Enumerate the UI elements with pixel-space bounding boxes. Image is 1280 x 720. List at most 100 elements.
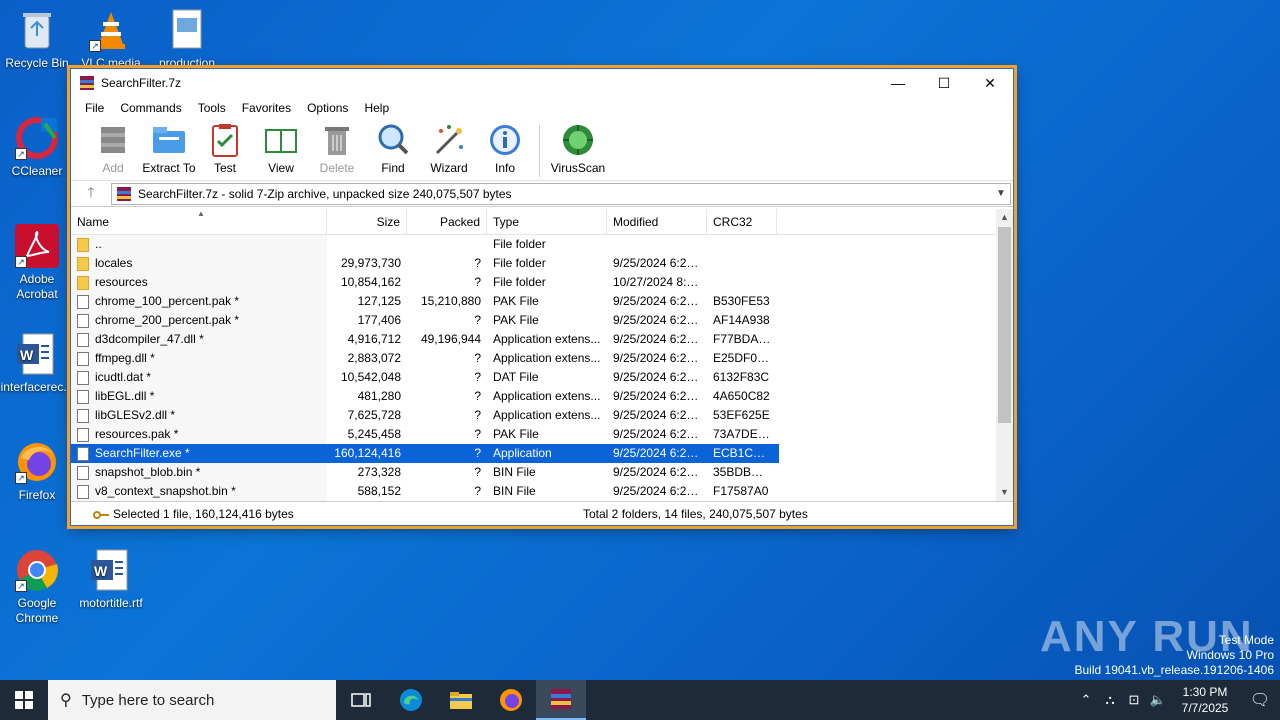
window-title: SearchFilter.7z: [101, 76, 182, 90]
desktop-icon-ccleaner[interactable]: ↗ CCleaner: [0, 116, 74, 179]
view-book-icon: [263, 123, 299, 157]
scroll-up-icon[interactable]: ▲: [996, 209, 1013, 226]
column-size[interactable]: Size: [327, 209, 407, 235]
word-document-icon: W: [89, 548, 133, 592]
desktop-icon-label: Firefox: [18, 488, 56, 502]
taskbar-clock[interactable]: 1:30 PM 7/7/2025: [1170, 684, 1240, 716]
cell-packed: ?: [474, 256, 481, 270]
cell-name-text: icudtl.dat *: [95, 370, 152, 384]
cell-type: PAK File: [493, 427, 539, 441]
file-icon: [77, 427, 89, 442]
window-titlebar[interactable]: SearchFilter.7z — ☐ ✕: [71, 69, 1013, 97]
table-row[interactable]: .. File folder: [71, 235, 997, 254]
menu-tools[interactable]: Tools: [190, 101, 234, 115]
table-row[interactable]: resources.pak * 5,245,458? PAK File 9/25/20…: [71, 425, 997, 444]
test-mode-watermark: Test Mode Windows 10 Pro Build 19041.vb_…: [1075, 633, 1275, 678]
table-row[interactable]: resources 10,854,162? File folder 10/27/202…: [71, 273, 997, 292]
cell-size: 10,542,048: [340, 370, 401, 384]
cell-type: File folder: [493, 275, 546, 289]
table-row[interactable]: chrome_100_percent.pak * 127,125 15,210,88…: [71, 292, 997, 311]
column-type[interactable]: Type: [487, 209, 607, 235]
cell-name-text: locales: [95, 256, 133, 270]
cell-type: BIN File: [493, 465, 536, 479]
table-row[interactable]: SearchFilter.exe * 160,124,416? Applicatio…: [71, 444, 779, 463]
path-combo[interactable]: SearchFilter.7z - solid 7-Zip archive, u…: [111, 182, 1011, 205]
column-packed[interactable]: Packed: [407, 209, 487, 235]
desktop-icon-vlc[interactable]: ↗ VLC media: [74, 8, 148, 71]
table-row[interactable]: ffmpeg.dll * 2,883,072? Application extens…: [71, 349, 997, 368]
table-row[interactable]: libGLESv2.dll * 7,625,728? Application ext…: [71, 406, 997, 425]
chevron-up-icon[interactable]: ⌃: [1074, 692, 1098, 708]
desktop-icon-motortitle[interactable]: W motortitle.rtf: [74, 548, 148, 611]
vertical-scrollbar[interactable]: ▲ ▼: [996, 209, 1013, 501]
volume-icon[interactable]: 🔈: [1146, 692, 1170, 708]
test-button[interactable]: Test: [197, 119, 253, 175]
cell-packed: 49,196,944: [420, 332, 481, 346]
cell-name-text: SearchFilter.exe *: [95, 446, 190, 460]
info-icon: [487, 123, 523, 157]
scroll-thumb[interactable]: [998, 227, 1011, 423]
wizard-button[interactable]: Wizard: [421, 119, 477, 175]
task-view-button[interactable]: [336, 680, 386, 720]
column-crc32[interactable]: CRC32: [707, 209, 777, 235]
network-icon[interactable]: ⊡: [1122, 692, 1146, 708]
extract-to-button[interactable]: Extract To: [141, 119, 197, 175]
view-button[interactable]: View: [253, 119, 309, 175]
taskbar-search-box[interactable]: ⚲ Type here to search: [48, 680, 336, 720]
desktop-icon-interfacerec[interactable]: W interfacerec...: [0, 332, 74, 395]
desktop-icon-firefox[interactable]: ↗ Firefox: [0, 440, 74, 503]
cell-modified: 9/25/2024 6:26 ...: [613, 294, 707, 308]
table-row[interactable]: icudtl.dat * 10,542,048? DAT File 9/25/2024…: [71, 368, 997, 387]
cell-modified: 9/25/2024 6:26 ...: [613, 446, 707, 460]
menu-commands[interactable]: Commands: [112, 101, 189, 115]
add-button[interactable]: Add: [85, 119, 141, 175]
menu-favorites[interactable]: Favorites: [234, 101, 299, 115]
scroll-down-icon[interactable]: ▼: [996, 484, 1013, 501]
cell-modified: 9/25/2024 6:26 ...: [613, 389, 707, 403]
cell-modified: 9/25/2024 6:26 ...: [613, 408, 707, 422]
taskbar-firefox[interactable]: [486, 680, 536, 720]
maximize-button[interactable]: ☐: [921, 69, 967, 97]
watermark-line3: Build 19041.vb_release.191206-1406: [1074, 663, 1275, 677]
taskbar-file-explorer[interactable]: [436, 680, 486, 720]
cell-name: chrome_100_percent.pak *: [71, 292, 327, 311]
table-row[interactable]: d3dcompiler_47.dll * 4,916,712 49,196,944 A…: [71, 330, 997, 349]
desktop-icon-production[interactable]: production: [150, 8, 224, 71]
network-activity-icon[interactable]: ⛬: [1098, 692, 1122, 708]
acrobat-icon: ↗: [15, 224, 59, 268]
table-row[interactable]: v8_context_snapshot.bin * 588,152? BIN Fil…: [71, 482, 997, 501]
cell-packed: ?: [474, 484, 481, 498]
table-row[interactable]: locales 29,973,730? File folder 9/25/2024 6…: [71, 254, 997, 273]
table-row[interactable]: chrome_200_percent.pak * 177,406? PAK File…: [71, 311, 997, 330]
column-modified[interactable]: Modified: [607, 209, 707, 235]
cell-type: Application extens...: [493, 351, 601, 365]
taskbar-edge[interactable]: [386, 680, 436, 720]
menu-help[interactable]: Help: [356, 101, 397, 115]
notification-icon[interactable]: 🗨: [1240, 690, 1280, 710]
cell-size: 2,883,072: [347, 351, 401, 365]
cell-crc: 4A650C82: [713, 389, 770, 403]
cell-name-text: v8_context_snapshot.bin *: [95, 484, 236, 498]
desktop-icon-recycle-bin[interactable]: Recycle Bin: [0, 8, 74, 71]
delete-button[interactable]: Delete: [309, 119, 365, 175]
taskbar-winrar[interactable]: [536, 680, 586, 720]
find-button[interactable]: Find: [365, 119, 421, 175]
cell-crc: 35BDBD0A: [713, 465, 775, 479]
desktop-icon-google-chrome[interactable]: ↗ Google Chrome: [0, 548, 74, 626]
cell-crc: AF14A938: [713, 313, 770, 327]
minimize-button[interactable]: —: [875, 69, 921, 97]
cell-modified: 10/27/2024 8:5...: [613, 275, 704, 289]
up-arrow-icon[interactable]: 🡑: [71, 182, 111, 206]
info-button[interactable]: Info: [477, 119, 533, 175]
close-button[interactable]: ✕: [967, 69, 1013, 97]
virusscan-button[interactable]: VirusScan: [546, 119, 610, 175]
start-button[interactable]: [0, 680, 48, 720]
cell-packed: ?: [474, 313, 481, 327]
menu-file[interactable]: File: [77, 101, 112, 115]
chevron-down-icon[interactable]: ▼: [992, 188, 1010, 199]
cell-packed: ?: [474, 389, 481, 403]
table-row[interactable]: libEGL.dll * 481,280? Application extens..…: [71, 387, 997, 406]
menu-options[interactable]: Options: [299, 101, 356, 115]
desktop-icon-adobe-acrobat[interactable]: ↗ Adobe Acrobat: [0, 224, 74, 302]
table-row[interactable]: snapshot_blob.bin * 273,328? BIN File 9/25/…: [71, 463, 997, 482]
